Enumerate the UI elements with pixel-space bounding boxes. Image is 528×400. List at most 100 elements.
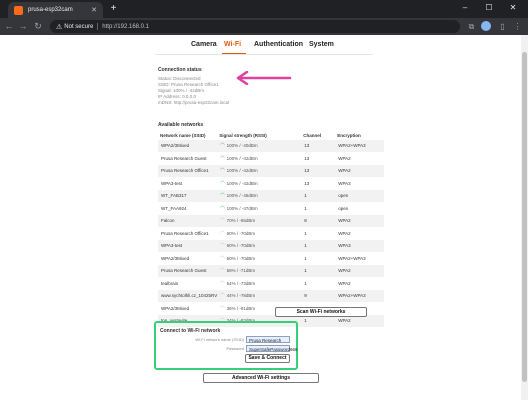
password-label: Password bbox=[226, 346, 244, 351]
cell-ssid: WT_FAB317 bbox=[158, 189, 218, 202]
cell-ssid: Prusa Research Office1 bbox=[158, 226, 218, 240]
menu-icon[interactable]: ⋮ bbox=[512, 21, 523, 32]
table-row: Falcon ◠ 70% / -65dBm 8 WPA2 bbox=[158, 214, 385, 227]
table-row: WPA3-test ◠ 100% / -42dBm 13 WPA3 bbox=[158, 176, 385, 190]
ssid-field[interactable]: Prusa Research Office1 bbox=[246, 336, 290, 350]
back-icon[interactable]: ← bbox=[3, 20, 15, 32]
table-row: Prusa Research Guest ◠ 58% / -71dBm 1 WPA2 bbox=[158, 264, 385, 277]
cell-channel: 9 bbox=[301, 289, 336, 302]
cell-signal: ◠ 58% / -71dBm bbox=[217, 264, 302, 277]
password-field[interactable]: SuperSafePassword666 bbox=[246, 345, 298, 352]
tab-camera[interactable]: Camera bbox=[191, 41, 217, 48]
signal-group: ◠ 60% / -70dBm bbox=[220, 229, 301, 236]
signal-group: ◠ 100% / -42dBm bbox=[220, 179, 301, 186]
connect-section: Connect to Wi-Fi network Wi-Fi network n… bbox=[154, 321, 298, 370]
signal-group: ◠ 44% / -78dBm bbox=[220, 293, 301, 299]
connect-heading: Connect to Wi-Fi network bbox=[160, 328, 221, 334]
cell-ssid: Prusa Research Guest bbox=[158, 264, 218, 277]
profile-avatar[interactable] bbox=[481, 21, 491, 31]
wifi-signal-icon: ◠ bbox=[220, 179, 225, 186]
cell-ssid: Falcon bbox=[158, 214, 218, 227]
table-row: Prusa Research Office1 ◠ 60% / -70dBm 1 WPA2 bbox=[158, 226, 385, 240]
browser-tabstrip: prusa-esp32cam ✕ + – ☐ ✕ bbox=[0, 0, 528, 18]
address-bar[interactable]: ⚠ Not secure http://192.168.0.1 bbox=[50, 20, 460, 33]
extensions-icon[interactable]: ⧉ bbox=[466, 21, 477, 32]
cell-signal: ◠ 70% / -65dBm bbox=[217, 214, 302, 227]
wifi-signal-icon: ◠ bbox=[220, 229, 225, 236]
col-signal: Signal strength (RSSI) bbox=[219, 132, 267, 138]
available-networks-heading: Available networks bbox=[158, 122, 204, 128]
ip-line: IP Address: 0.0.0.0 bbox=[158, 94, 196, 99]
signal-group: ◠ 100% / -42dBm bbox=[220, 154, 301, 161]
col-encryption: Encryption bbox=[337, 132, 361, 138]
cell-ssid: WT_FAA924 bbox=[158, 201, 218, 215]
not-secure-label: Not secure bbox=[64, 23, 94, 30]
cell-ssid: WPA2/3Mixed bbox=[158, 251, 218, 265]
wifi-signal-icon: ◠ bbox=[220, 154, 225, 161]
sidepanel-icon[interactable]: ▯ bbox=[497, 21, 508, 32]
networks-body: WPA2/3Mixed ◠ 100% / -40dBm 13 WPA2+WPA3 Prus… bbox=[158, 139, 385, 327]
cell-encryption: WPA2+WPA3 bbox=[335, 289, 385, 302]
address-url: http://192.168.0.1 bbox=[102, 23, 150, 30]
signal-text: 36% / -81dBm bbox=[226, 305, 256, 311]
cell-signal: ◠ 100% / -46dBm bbox=[217, 189, 302, 202]
new-tab-button[interactable]: + bbox=[108, 4, 119, 15]
minimize-icon[interactable]: – bbox=[458, 3, 472, 13]
signal-text: 100% / -40dBm bbox=[226, 143, 258, 149]
close-tab-icon[interactable]: ✕ bbox=[91, 7, 97, 14]
cell-encryption: open bbox=[335, 189, 385, 202]
browser-tab[interactable]: prusa-esp32cam ✕ bbox=[8, 2, 103, 18]
cell-channel: 1 bbox=[301, 239, 336, 252]
close-window-icon[interactable]: ✕ bbox=[506, 3, 520, 13]
ssid-line: SSID: Prusa Research Office1 bbox=[158, 82, 219, 87]
cell-channel: 13 bbox=[301, 164, 336, 177]
table-row: WPA3-test ◠ 60% / -70dBm 1 WPA3 bbox=[158, 239, 385, 252]
wifi-signal-icon: ◠ bbox=[220, 242, 225, 249]
wifi-signal-icon: ◠ bbox=[220, 279, 225, 286]
reload-icon[interactable]: ↻ bbox=[32, 20, 44, 32]
signal-text: 44% / -78dBm bbox=[226, 293, 256, 299]
cell-encryption: WPA2 bbox=[335, 151, 385, 165]
table-header-row: Network name (SSID) Signal strength (RSS… bbox=[158, 131, 384, 140]
signal-text: 60% / -70dBm bbox=[226, 255, 256, 261]
signal-text: 60% / -70dBm bbox=[226, 230, 256, 236]
table-row: tealbrain ◠ 54% / -73dBm 1 WPA2 bbox=[158, 276, 385, 290]
signal-group: ◠ 54% / -73dBm bbox=[220, 279, 301, 286]
forward-icon[interactable]: → bbox=[17, 20, 29, 32]
cell-encryption: open bbox=[335, 201, 385, 215]
signal-group: ◠ 60% / -70dBm bbox=[220, 242, 301, 249]
cell-encryption: WPA2+WPA3 bbox=[335, 251, 385, 265]
cell-encryption: WPA2 bbox=[335, 214, 385, 227]
tab-system[interactable]: System bbox=[309, 41, 334, 48]
signal-group: ◠ 70% / -65dBm bbox=[220, 218, 301, 224]
ssid-label: Wi-Fi network name (SSID) bbox=[195, 337, 244, 342]
signal-text: 60% / -70dBm bbox=[226, 243, 256, 249]
wifi-signal-icon: ◠ bbox=[220, 204, 225, 211]
cell-encryption: WPA3 bbox=[335, 176, 385, 190]
cell-ssid: WPA3-test bbox=[158, 176, 218, 190]
table-row: WPA2/3Mixed ◠ 100% / -40dBm 13 WPA2+WPA3 bbox=[158, 139, 385, 152]
cell-ssid: Prusa Research Guest bbox=[158, 151, 218, 165]
scrollbar-thumb[interactable] bbox=[522, 52, 527, 382]
wifi-signal-icon: ◠ bbox=[220, 167, 225, 174]
signal-group: ◠ 100% / -46dBm bbox=[220, 193, 301, 199]
cell-channel: 8 bbox=[301, 214, 336, 227]
advanced-wifi-settings-button[interactable]: Advanced Wi-Fi settings bbox=[203, 373, 319, 383]
table-row: WPA2/3Mixed ◠ 60% / -70dBm 1 WPA2+WPA3 bbox=[158, 251, 385, 265]
tab-authentication[interactable]: Authentication bbox=[254, 41, 303, 48]
cell-channel: 1 bbox=[301, 201, 336, 215]
annotation-arrow bbox=[236, 71, 292, 85]
save-connect-button[interactable]: Save & Connect bbox=[245, 354, 290, 363]
table-row: Prusa Research Guest ◠ 100% / -42dBm 13 WPA2 bbox=[158, 151, 385, 165]
cell-channel: 1 bbox=[301, 276, 336, 290]
cell-channel: 13 bbox=[301, 176, 336, 190]
signal-text: 100% / -42dBm bbox=[226, 155, 258, 161]
signal-line: Signal: 100% / -42dBm bbox=[158, 88, 205, 93]
warning-icon[interactable]: ⚠ bbox=[56, 23, 62, 31]
maximize-icon[interactable]: ☐ bbox=[482, 3, 496, 13]
scan-networks-button[interactable]: Scan Wi-Fi networks bbox=[275, 307, 367, 317]
mdns-line: mDNS: http://prusa-esp32cam.local bbox=[158, 100, 230, 105]
cell-channel: 1 bbox=[301, 189, 336, 202]
tab-wifi[interactable]: Wi-Fi bbox=[224, 41, 241, 48]
favicon-icon bbox=[14, 5, 23, 15]
